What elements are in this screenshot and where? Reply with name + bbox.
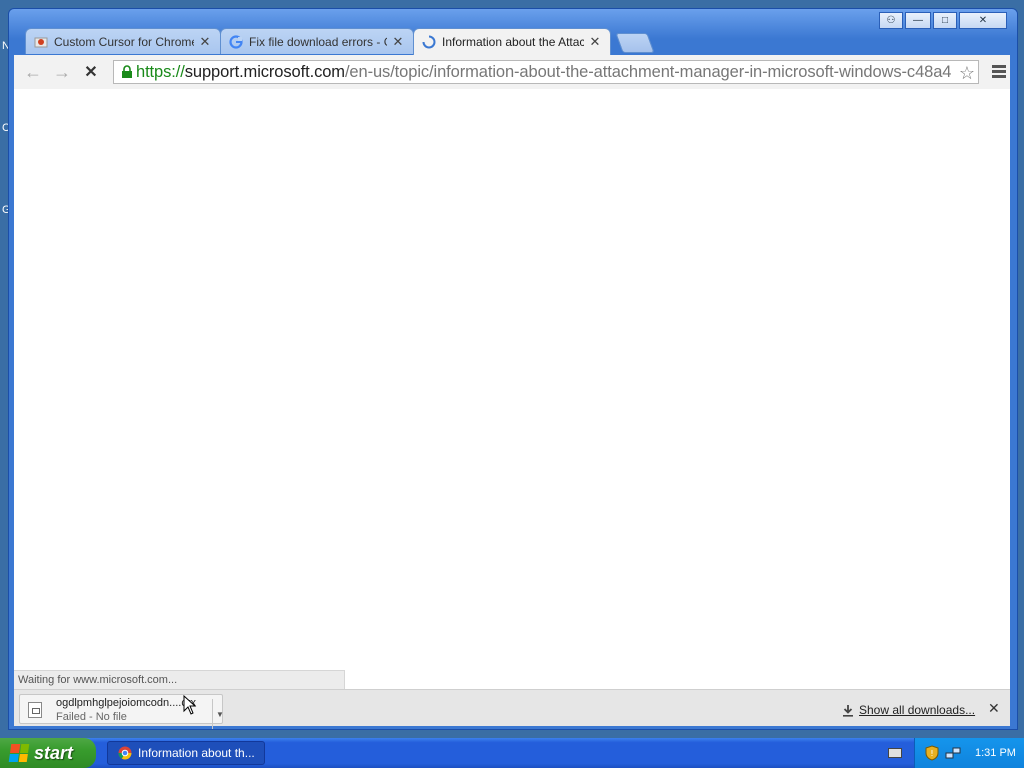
- url-text: https://support.microsoft.com/en-us/topi…: [136, 63, 951, 82]
- security-shield-icon[interactable]: !: [925, 745, 939, 761]
- status-bubble: Waiting for www.microsoft.com...: [14, 670, 345, 689]
- stop-button[interactable]: ✕: [80, 62, 102, 82]
- show-all-downloads-label: Show all downloads...: [859, 703, 976, 717]
- profile-button[interactable]: ⚇: [879, 12, 903, 29]
- start-label: start: [34, 742, 74, 763]
- url-host: support.microsoft.com: [184, 62, 345, 81]
- address-bar[interactable]: https://support.microsoft.com/en-us/topi…: [113, 60, 979, 84]
- network-icon[interactable]: [945, 746, 961, 760]
- window-controls: ⚇ — □ ✕: [879, 12, 1007, 29]
- bookmark-star-icon[interactable]: ☆: [959, 63, 975, 83]
- close-tab-icon[interactable]: ✕: [391, 34, 405, 50]
- loading-spinner-icon: [422, 35, 436, 49]
- chrome-logo-icon: [118, 746, 132, 760]
- maximize-button[interactable]: □: [933, 12, 957, 29]
- windows-logo-icon: [8, 744, 30, 762]
- tab-fix-download-errors[interactable]: Fix file download errors - Go ✕: [220, 28, 414, 54]
- svg-text:!: !: [930, 749, 933, 758]
- tab-title: Information about the Attach: [442, 35, 584, 49]
- mouse-cursor-icon: [183, 695, 197, 715]
- download-filename: ogdlpmhglpejoiomcodn....crx: [56, 697, 197, 709]
- clock: 1:31 PM: [975, 747, 1016, 759]
- lock-icon: [118, 63, 136, 81]
- taskbar: start Information about th... ! 1:31 PM: [0, 738, 1024, 768]
- toolbar: ← → ✕ https://support.microsoft.com/en-u…: [14, 55, 1010, 90]
- page-content: [14, 89, 1010, 689]
- tab-information-attachment[interactable]: Information about the Attach ✕: [413, 28, 611, 55]
- download-dropdown-button[interactable]: ▼: [212, 699, 227, 729]
- url-scheme: https://: [136, 62, 185, 81]
- tab-title: Custom Cursor for Chrome™: [54, 34, 194, 49]
- keyboard-icon[interactable]: [888, 748, 902, 758]
- close-tab-icon[interactable]: ✕: [198, 34, 212, 50]
- file-icon: [28, 702, 42, 718]
- download-status: Failed - No file: [56, 711, 127, 723]
- custom-cursor-favicon-icon: [34, 35, 48, 49]
- download-shelf: ogdlpmhglpejoiomcodn....crx Failed - No …: [14, 689, 1010, 729]
- url-path: /en-us/topic/information-about-the-attac…: [344, 62, 952, 81]
- google-favicon-icon: [229, 34, 243, 49]
- tab-title: Fix file download errors - Go: [249, 34, 387, 49]
- download-arrow-icon: [843, 704, 853, 717]
- minimize-button[interactable]: —: [905, 12, 931, 29]
- chrome-window: ⚇ — □ ✕ Custom Cursor for Chrome™ ✕ Fix …: [8, 8, 1018, 730]
- start-button[interactable]: start: [0, 738, 96, 768]
- forward-button[interactable]: →: [51, 62, 73, 82]
- show-all-downloads-link[interactable]: Show all downloads...: [842, 703, 975, 717]
- close-window-button[interactable]: ✕: [959, 12, 1007, 29]
- chrome-menu-icon[interactable]: [990, 63, 1008, 81]
- system-tray: ! 1:31 PM: [914, 738, 1024, 768]
- taskbar-chrome-button[interactable]: Information about th...: [107, 741, 265, 765]
- new-tab-button[interactable]: [615, 33, 655, 53]
- close-tab-icon[interactable]: ✕: [588, 34, 602, 50]
- taskbar-chrome-label: Information about th...: [138, 746, 255, 760]
- tab-custom-cursor[interactable]: Custom Cursor for Chrome™ ✕: [25, 28, 221, 54]
- close-shelf-icon[interactable]: ✕: [988, 700, 1000, 717]
- back-button[interactable]: ←: [22, 62, 44, 82]
